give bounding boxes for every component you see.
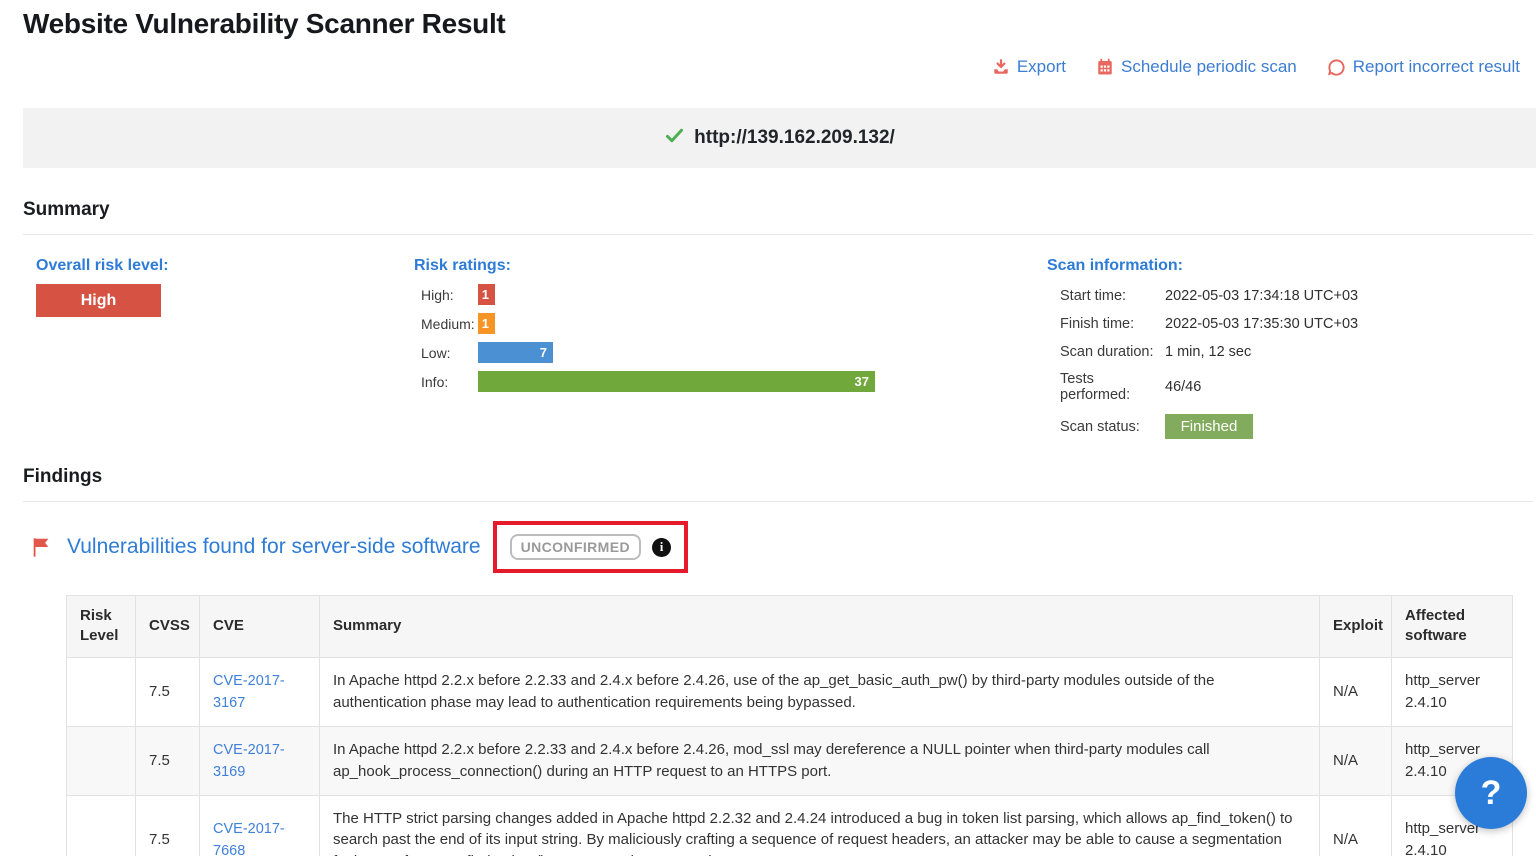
export-label: Export [1017, 57, 1066, 77]
unconfirmed-badge: UNCONFIRMED [510, 534, 641, 560]
risk-ratings-chart: High: 1 Medium: 1 Low: 7 Info: 37 [414, 284, 875, 392]
summary-cell: In Apache httpd 2.2.x before 2.2.33 and … [320, 657, 1320, 726]
scanned-url-banner: http://139.162.209.132/ [23, 108, 1536, 168]
cvss-cell: 7.5 [136, 657, 200, 726]
flag-icon [30, 535, 52, 564]
scan-info-row: Tests performed: 46/46 [1060, 371, 1358, 403]
scan-status-badge: Finished [1165, 414, 1253, 439]
annotation-highlight-box: UNCONFIRMED i [493, 521, 688, 573]
scan-info-row: Finish time: 2022-05-03 17:35:30 UTC+03 [1060, 315, 1358, 332]
risk-level-cell [67, 795, 136, 856]
download-icon [992, 58, 1010, 76]
col-header-cve: CVE [200, 596, 320, 658]
findings-table: Risk Level CVSS CVE Summary Exploit Affe… [66, 595, 1513, 856]
rating-label: Low: [414, 345, 478, 361]
calendar-icon [1096, 58, 1114, 76]
schedule-scan-button[interactable]: Schedule periodic scan [1096, 57, 1297, 77]
check-icon [664, 125, 685, 151]
table-row: 7.5 CVE-2017-7668 The HTTP strict parsin… [67, 795, 1513, 856]
table-row: 7.5 CVE-2017-3167 In Apache httpd 2.2.x … [67, 657, 1513, 726]
cve-cell: CVE-2017-3169 [200, 726, 320, 795]
scan-info-value: 46/46 [1165, 379, 1201, 395]
rating-label: Medium: [414, 316, 478, 332]
findings-heading: Findings [23, 466, 1533, 502]
finding-section-title[interactable]: Vulnerabilities found for server-side so… [67, 535, 481, 559]
overall-risk-badge: High [36, 284, 161, 317]
page-title: Website Vulnerability Scanner Result [23, 8, 505, 40]
col-header-cvss: CVSS [136, 596, 200, 658]
cve-link[interactable]: CVE-2017-3167 [213, 673, 285, 711]
overall-risk-label: Overall risk level: [36, 257, 169, 275]
summary-body: Overall risk level: High Risk ratings: H… [23, 250, 1533, 430]
scan-info-value: 2022-05-03 17:34:18 UTC+03 [1165, 288, 1358, 304]
summary-heading: Summary [23, 199, 1533, 235]
exploit-cell: N/A [1320, 795, 1392, 856]
scan-information-label: Scan information: [1047, 257, 1358, 275]
rating-bar-high: 1 [478, 284, 495, 305]
scanned-url: http://139.162.209.132/ [694, 127, 895, 149]
rating-row-low: Low: 7 [414, 342, 875, 363]
scan-info-key: Finish time: [1060, 316, 1165, 332]
scan-information-rows: Start time: 2022-05-03 17:34:18 UTC+03 F… [1047, 287, 1358, 439]
scan-info-key: Tests performed: [1060, 371, 1165, 403]
table-header-row: Risk Level CVSS CVE Summary Exploit Affe… [67, 596, 1513, 658]
scan-info-row: Start time: 2022-05-03 17:34:18 UTC+03 [1060, 287, 1358, 304]
scan-info-value: 2022-05-03 17:35:30 UTC+03 [1165, 316, 1358, 332]
scan-info-value: 1 min, 12 sec [1165, 344, 1251, 360]
export-button[interactable]: Export [992, 57, 1066, 77]
risk-ratings-block: Risk ratings: High: 1 Medium: 1 Low: 7 I… [414, 257, 875, 400]
cve-cell: CVE-2017-3167 [200, 657, 320, 726]
chat-bubble-icon [1327, 58, 1346, 77]
toolbar-actions: Export Schedule periodic scan Report inc… [992, 57, 1520, 77]
risk-level-cell [67, 657, 136, 726]
col-header-affected-software: Affected software [1392, 596, 1513, 658]
cve-link[interactable]: CVE-2017-7668 [213, 821, 285, 856]
help-button[interactable]: ? [1455, 757, 1527, 829]
schedule-scan-label: Schedule periodic scan [1121, 57, 1297, 77]
info-icon[interactable]: i [652, 538, 671, 557]
risk-level-cell [67, 726, 136, 795]
scan-info-row: Scan duration: 1 min, 12 sec [1060, 343, 1358, 360]
rating-bar-medium: 1 [478, 313, 495, 334]
finding-section-header: Vulnerabilities found for server-side so… [30, 521, 688, 573]
exploit-cell: N/A [1320, 657, 1392, 726]
summary-cell: The HTTP strict parsing changes added in… [320, 795, 1320, 856]
scan-status-row: Scan status: Finished [1060, 414, 1358, 439]
scan-information-block: Scan information: Start time: 2022-05-03… [1047, 257, 1358, 450]
rating-row-info: Info: 37 [414, 371, 875, 392]
rating-bar-low: 7 [478, 342, 553, 363]
scan-info-key: Start time: [1060, 288, 1165, 304]
rating-label: Info: [414, 374, 478, 390]
overall-risk-block: Overall risk level: High [36, 257, 169, 317]
cvss-cell: 7.5 [136, 726, 200, 795]
summary-cell: In Apache httpd 2.2.x before 2.2.33 and … [320, 726, 1320, 795]
rating-row-high: High: 1 [414, 284, 875, 305]
exploit-cell: N/A [1320, 726, 1392, 795]
rating-row-medium: Medium: 1 [414, 313, 875, 334]
report-incorrect-button[interactable]: Report incorrect result [1327, 57, 1520, 77]
page: Website Vulnerability Scanner Result Exp… [0, 0, 1536, 856]
table-row: 7.5 CVE-2017-3169 In Apache httpd 2.2.x … [67, 726, 1513, 795]
col-header-summary: Summary [320, 596, 1320, 658]
col-header-exploit: Exploit [1320, 596, 1392, 658]
scan-info-key: Scan duration: [1060, 344, 1165, 360]
report-incorrect-label: Report incorrect result [1353, 57, 1520, 77]
affected-software-cell: http_server 2.4.10 [1392, 657, 1513, 726]
cve-link[interactable]: CVE-2017-3169 [213, 742, 285, 780]
cvss-cell: 7.5 [136, 795, 200, 856]
risk-ratings-label: Risk ratings: [414, 257, 875, 275]
scan-info-key: Scan status: [1060, 419, 1165, 435]
rating-label: High: [414, 287, 478, 303]
cve-cell: CVE-2017-7668 [200, 795, 320, 856]
col-header-risk-level: Risk Level [67, 596, 136, 658]
rating-bar-info: 37 [478, 371, 875, 392]
